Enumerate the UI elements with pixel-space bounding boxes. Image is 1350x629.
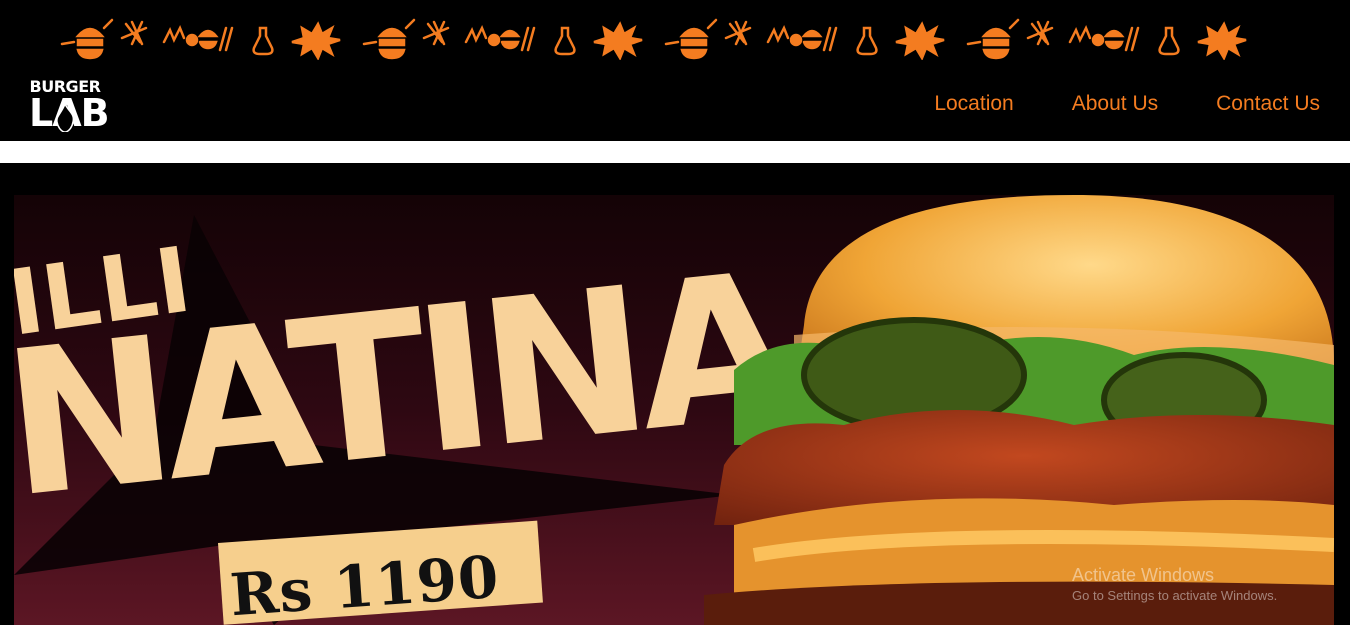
nav-about-us[interactable]: About Us [1072,92,1158,116]
hero-banner[interactable]: ILLI NATINA [14,195,1334,625]
main-nav: Location About Us Contact Us [934,92,1320,116]
hero-image: ILLI NATINA [14,195,1334,625]
brand-logo[interactable]: BURGER LAB [29,71,110,142]
doodle-pattern [60,18,1248,60]
header-gap [0,141,1350,163]
flame-icon [56,104,75,132]
watermark-subtitle: Go to Settings to activate Windows. [1072,588,1278,603]
header-bar: BURGER LAB Location About Us Contact Us [0,0,1350,142]
windows-watermark: Activate Windows Go to Settings to activ… [1072,565,1277,603]
watermark-title: Activate Windows [1072,565,1215,585]
nav-contact-us[interactable]: Contact Us [1216,92,1320,116]
nav-location[interactable]: Location [934,92,1013,116]
